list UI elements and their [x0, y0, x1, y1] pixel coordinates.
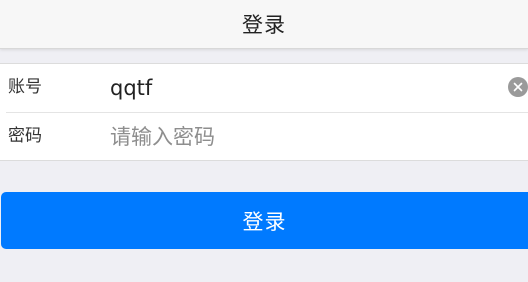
account-label: 账号: [8, 77, 42, 97]
password-label: 密码: [8, 126, 42, 146]
account-row: 账号: [0, 64, 528, 112]
nav-bar: 登录: [0, 0, 528, 49]
page-title: 登录: [242, 13, 286, 37]
login-button[interactable]: 登录: [1, 192, 528, 249]
account-input[interactable]: [110, 64, 500, 112]
password-row: 密码: [6, 112, 528, 161]
clear-icon[interactable]: [508, 77, 528, 97]
login-form: 账号 密码: [0, 63, 528, 161]
password-input[interactable]: [110, 113, 500, 161]
